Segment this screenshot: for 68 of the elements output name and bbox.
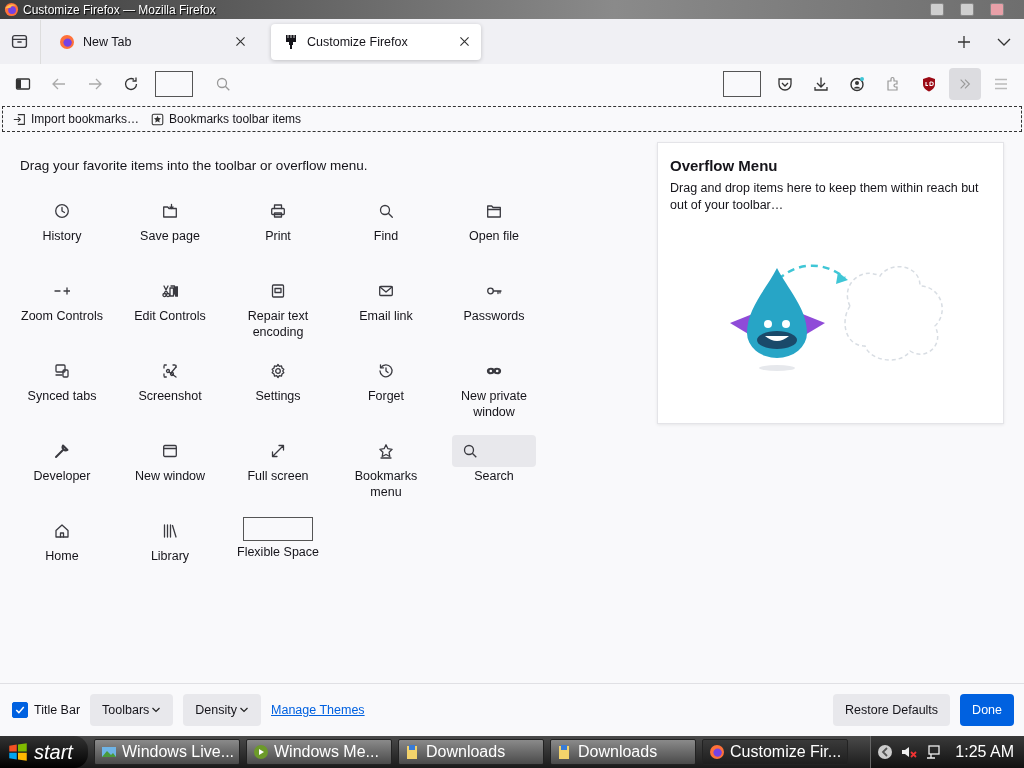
palette-item-label: Search bbox=[474, 468, 514, 484]
clock: 1:25 AM bbox=[955, 743, 1014, 761]
palette-item-label: Bookmarks menu bbox=[353, 468, 419, 500]
palette-item[interactable]: History bbox=[42, 195, 82, 275]
palette-item[interactable]: Passwords bbox=[463, 275, 525, 355]
palette-item-label: Repair text encoding bbox=[246, 308, 310, 340]
palette-item-label: Library bbox=[150, 548, 190, 564]
done-button[interactable]: Done bbox=[960, 694, 1014, 726]
palette-item-label: Save page bbox=[140, 228, 200, 244]
taskbar-button[interactable]: Windows Live... bbox=[94, 739, 240, 765]
palette-item-label: Flexible Space bbox=[237, 544, 319, 560]
palette-item[interactable]: Library bbox=[150, 515, 190, 595]
bookmarks-toolbar-item[interactable]: Import bookmarks… bbox=[31, 112, 140, 126]
palette-item-label: Synced tabs bbox=[27, 388, 97, 404]
browser-tab[interactable]: New Tab bbox=[47, 23, 257, 60]
manage-themes-link[interactable]: Manage Themes bbox=[271, 703, 365, 717]
palette-item[interactable]: Email link bbox=[359, 275, 413, 355]
palette-item[interactable]: Full screen bbox=[247, 435, 309, 515]
palette-item-label: Forget bbox=[367, 388, 405, 404]
window-title: Customize Firefox — Mozilla Firefox bbox=[23, 2, 216, 17]
palette-item[interactable]: Search bbox=[452, 435, 536, 515]
palette-item-label: Zoom Controls bbox=[21, 308, 103, 324]
palette-item-label: Print bbox=[265, 228, 291, 244]
palette-heading: Drag your favorite items into the toolbar or overflow menu. bbox=[20, 158, 369, 173]
palette-item-label: Passwords bbox=[463, 308, 525, 324]
restore-defaults-button[interactable]: Restore Defaults bbox=[833, 694, 951, 726]
palette-item-label: Developer bbox=[33, 468, 91, 484]
dropdown-button[interactable]: Density bbox=[183, 694, 261, 726]
browser-tab[interactable]: Customize Firefox bbox=[271, 23, 481, 60]
palette-item[interactable]: Screenshot bbox=[138, 355, 202, 435]
palette-item-label: Edit Controls bbox=[134, 308, 206, 324]
palette-item-label: Full screen bbox=[247, 468, 309, 484]
palette-item[interactable]: Home bbox=[45, 515, 79, 595]
palette-item[interactable]: Settings bbox=[255, 355, 301, 435]
palette-item[interactable]: Bookmarks menu bbox=[340, 435, 432, 515]
panel-title: Overflow Menu bbox=[670, 157, 779, 174]
panel-description: Drag and drop items here to keep them within reach but out of your toolbar… bbox=[670, 180, 980, 214]
palette-item-label: Open file bbox=[469, 228, 519, 244]
palette-item[interactable]: Developer bbox=[33, 435, 91, 515]
tab-title: New Tab bbox=[83, 34, 133, 49]
dropdown-button[interactable]: Toolbars bbox=[90, 694, 174, 726]
palette-item[interactable]: Find bbox=[373, 195, 399, 275]
palette-item-label: Find bbox=[373, 228, 399, 244]
checkbox-label: Title Bar bbox=[34, 703, 81, 717]
palette-item[interactable]: Repair text encoding bbox=[232, 275, 324, 355]
taskbar-button[interactable]: Downloads bbox=[550, 739, 696, 765]
palette-item-label: New private window bbox=[460, 388, 528, 420]
palette-item[interactable]: New window bbox=[134, 435, 206, 515]
palette-item[interactable]: Edit Controls bbox=[134, 275, 206, 355]
taskbar-button[interactable]: Downloads bbox=[398, 739, 544, 765]
palette-item-label: History bbox=[42, 228, 82, 244]
palette-item-label: Email link bbox=[359, 308, 413, 324]
palette-item[interactable]: Forget bbox=[367, 355, 405, 435]
palette-item-label: New window bbox=[134, 468, 206, 484]
bookmarks-toolbar-item[interactable]: Bookmarks toolbar items bbox=[169, 112, 302, 126]
taskbar-button[interactable]: Windows Me... bbox=[246, 739, 392, 765]
palette-item[interactable]: Open file bbox=[469, 195, 519, 275]
palette-item[interactable]: New private window bbox=[448, 355, 540, 435]
palette-item[interactable]: Print bbox=[265, 195, 291, 275]
palette-item[interactable]: Save page bbox=[140, 195, 200, 275]
start-button[interactable]: start bbox=[0, 736, 88, 768]
palette-item[interactable]: Flexible Space bbox=[237, 515, 319, 595]
palette-item[interactable]: Synced tabs bbox=[27, 355, 97, 435]
palette-item[interactable]: Zoom Controls bbox=[21, 275, 103, 355]
palette-item-label: Screenshot bbox=[138, 388, 202, 404]
tab-title: Customize Firefox bbox=[307, 34, 409, 49]
palette-item-label: Settings bbox=[255, 388, 301, 404]
palette-item-label: Home bbox=[45, 548, 79, 564]
